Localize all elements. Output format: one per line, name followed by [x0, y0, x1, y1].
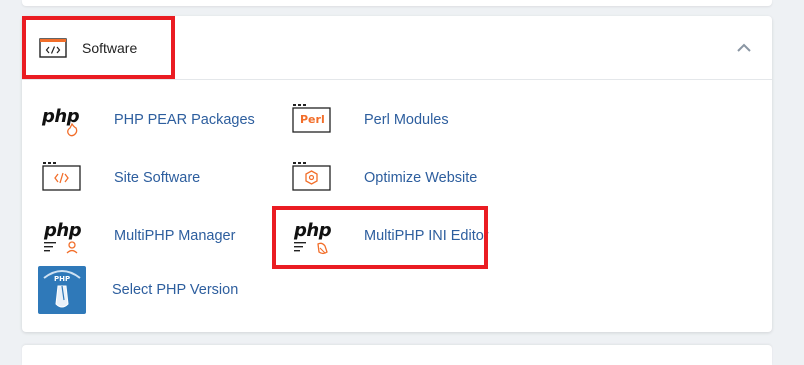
software-panel: Software php PHP PEAR Packages Perl Perl…	[22, 16, 772, 332]
software-item-php-pear-packages[interactable]: php PHP PEAR Packages	[40, 100, 255, 140]
select-php-version-icon: PHP	[38, 266, 86, 314]
php-pear-icon: php	[40, 100, 88, 140]
multiphp-manager-icon: php	[40, 216, 88, 256]
next-panel-edge	[22, 345, 772, 365]
optimize-website-icon	[290, 158, 338, 198]
software-item-multiphp-manager[interactable]: php MultiPHP Manager	[40, 216, 235, 256]
software-item-optimize-website[interactable]: Optimize Website	[290, 158, 477, 198]
code-window-icon	[40, 158, 88, 198]
software-item-perl-modules[interactable]: Perl Perl Modules	[290, 100, 449, 140]
software-item-select-php-version[interactable]: PHP Select PHP Version	[38, 266, 239, 314]
software-item-label: Select PHP Version	[112, 282, 239, 298]
chevron-up-icon[interactable]	[734, 38, 754, 58]
perl-icon: Perl	[290, 100, 338, 140]
software-item-label: Perl Modules	[364, 112, 449, 128]
highlight-box-software-header	[22, 16, 175, 79]
software-item-label: Optimize Website	[364, 170, 478, 186]
software-item-site-software[interactable]: Site Software	[40, 158, 200, 198]
software-item-label: MultiPHP Manager	[114, 228, 236, 244]
previous-panel-edge	[22, 0, 772, 6]
highlight-box-multiphp-ini-editor	[272, 206, 488, 269]
software-item-label: Site Software	[114, 170, 201, 186]
software-item-label: PHP PEAR Packages	[114, 112, 255, 128]
pear-icon	[67, 122, 78, 137]
